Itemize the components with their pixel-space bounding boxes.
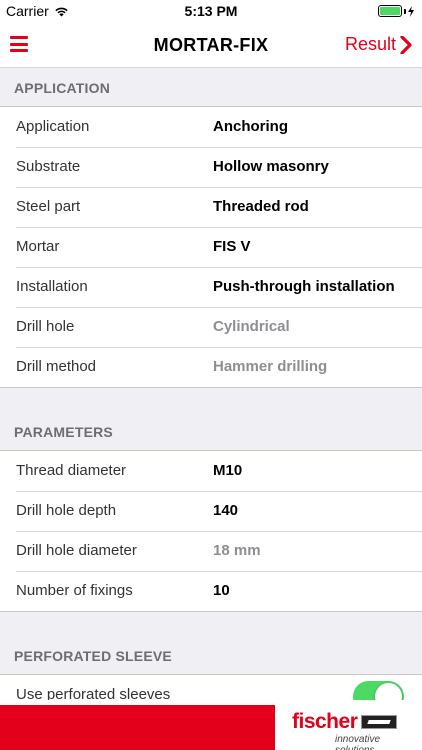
row-drill-hole-diameter: Drill hole diameter 18 mm [0,531,422,571]
row-label: Installation [16,278,88,295]
row-label: Drill hole diameter [16,542,137,559]
clock: 5:13 PM [184,3,238,19]
row-value: 18 mm [213,542,261,559]
row-label: Drill method [16,358,97,375]
row-installation[interactable]: Installation Push-through installation [0,267,422,307]
battery-icon [378,5,414,17]
section-header-parameters: PARAMETERS [14,424,113,440]
brand-name: fischer [292,710,358,733]
toggle-knob [375,683,402,700]
row-label: Number of fixings [16,582,133,599]
row-label: Drill hole [16,318,75,335]
row-number-of-fixings[interactable]: Number of fixings 10 [0,571,422,611]
navigation-bar: MORTAR-FIX Result [0,22,422,68]
row-drill-method: Drill method Hammer drilling [0,347,422,387]
row-value: Push-through installation [213,278,395,295]
section-header-application: APPLICATION [14,80,111,96]
row-label: Drill hole depth [16,502,117,519]
row-label: Thread diameter [16,462,127,479]
row-value: 10 [213,582,230,599]
row-label: Substrate [16,158,81,175]
row-label: Mortar [16,238,60,255]
footer-red-band [0,705,275,750]
parameters-group: Thread diameter M10 Drill hole depth 140… [0,450,422,612]
row-value: Hollow masonry [213,158,329,175]
status-bar: Carrier 5:13 PM [0,0,422,22]
toggle-label: Use perforated sleeves [16,686,171,700]
row-value: Anchoring [213,118,288,135]
row-value: Cylindrical [213,318,290,335]
row-drill-hole-depth[interactable]: Drill hole depth 140 [0,491,422,531]
perforated-sleeve-toggle[interactable] [353,681,404,700]
result-label: Result [344,34,396,54]
row-label: Steel part [16,198,81,215]
footer-banner: fischer innovative solutions [0,700,422,750]
brand-logo: fischer [292,710,398,734]
application-group: Application Anchoring Substrate Hollow m… [0,106,422,388]
row-value: M10 [213,462,243,479]
row-value: Hammer drilling [213,358,328,375]
row-application[interactable]: Application Anchoring [0,107,422,147]
section-header-perforated-sleeve: PERFORATED SLEEVE [14,648,172,664]
chevron-right-icon [400,35,412,54]
row-use-perforated-sleeves: Use perforated sleeves [0,674,422,700]
charging-bolt-icon [408,5,414,17]
brand-slogan: innovative solutions [335,734,381,750]
row-substrate[interactable]: Substrate Hollow masonry [0,147,422,187]
result-button[interactable]: Result [345,34,412,55]
row-value: 140 [213,502,239,519]
row-mortar[interactable]: Mortar FIS V [0,227,422,267]
brand-tag-icon [361,715,398,729]
row-steel-part[interactable]: Steel part Threaded rod [0,187,422,227]
row-value: FIS V [213,238,251,255]
settings-content[interactable]: APPLICATION Application Anchoring Substr… [0,68,422,700]
row-value: Threaded rod [213,198,309,215]
row-label: Application [16,118,90,135]
row-drill-hole: Drill hole Cylindrical [0,307,422,347]
row-thread-diameter[interactable]: Thread diameter M10 [0,451,422,491]
